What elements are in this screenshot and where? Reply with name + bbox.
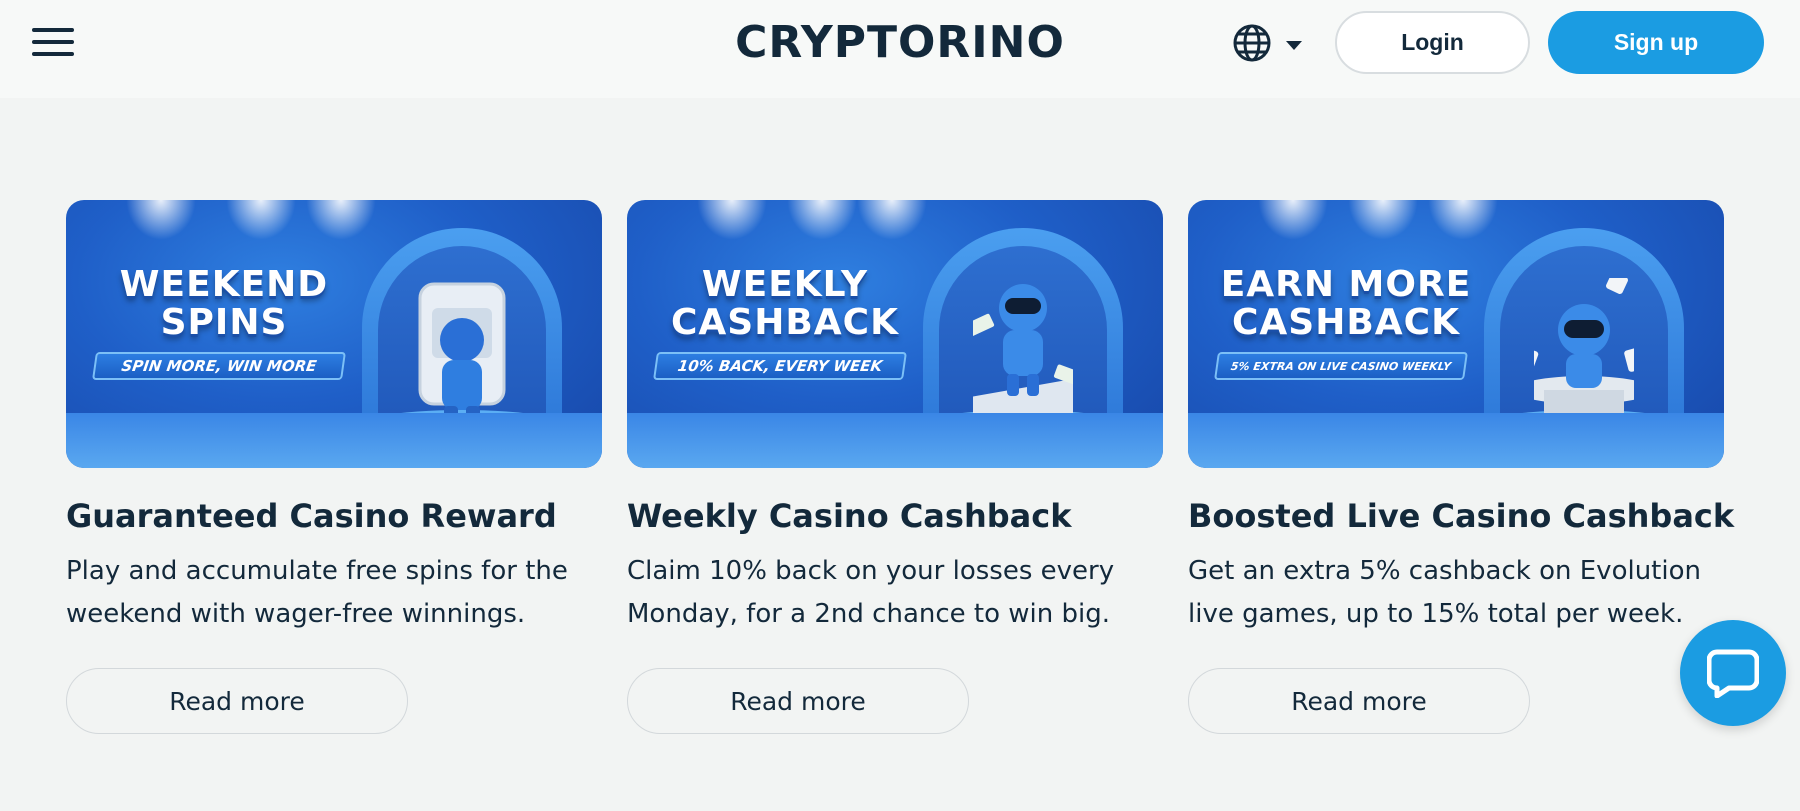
- promo-banner-weekly-cashback[interactable]: WEEKLY CASHBACK 10% BACK, EVERY WEEK: [627, 200, 1163, 468]
- banner-subtitle: SPIN MORE, WIN MORE: [92, 352, 346, 380]
- card-title: Weekly Casino Cashback: [627, 497, 1072, 535]
- chat-bubble-icon: [1707, 649, 1759, 698]
- banner-title: EARN MORE CASHBACK: [1220, 264, 1472, 343]
- promo-banner-weekend-spins[interactable]: WEEKEND SPINS SPIN MORE, WIN MORE: [66, 200, 602, 468]
- promo-card-earn-more-cashback: EARN MORE CASHBACK 5% EXTRA ON LIVE CASI…: [1188, 200, 1735, 734]
- astronaut-slot-machine-illustration: [418, 282, 506, 424]
- live-chat-button[interactable]: [1680, 620, 1786, 726]
- promo-card-weekly-cashback: WEEKLY CASHBACK 10% BACK, EVERY WEEK Wee…: [627, 200, 1163, 734]
- read-more-button[interactable]: Read more: [1188, 668, 1530, 734]
- login-button[interactable]: Login: [1335, 11, 1530, 74]
- signup-button[interactable]: Sign up: [1548, 11, 1764, 74]
- globe-icon: [1233, 24, 1271, 62]
- language-selector[interactable]: [1232, 23, 1304, 63]
- banner-title: WEEKEND SPINS: [119, 264, 329, 343]
- banner-subtitle: 5% EXTRA ON LIVE CASINO WEEKLY: [1214, 352, 1468, 380]
- card-description: Get an extra 5% cashback on Evolution li…: [1188, 556, 1701, 629]
- card-description: Claim 10% back on your losses every Mond…: [627, 556, 1115, 629]
- card-title: Guaranteed Casino Reward: [66, 497, 557, 535]
- read-more-button[interactable]: Read more: [627, 668, 969, 734]
- card-description: Play and accumulate free spins for the w…: [66, 556, 568, 629]
- chevron-down-icon: [1286, 41, 1302, 50]
- card-title: Boosted Live Casino Cashback: [1188, 497, 1735, 535]
- read-more-button[interactable]: Read more: [66, 668, 408, 734]
- banner-title: WEEKLY CASHBACK: [671, 264, 899, 343]
- banner-subtitle: 10% BACK, EVERY WEEK: [653, 352, 907, 380]
- site-header: CRYPTORINO Login Sign up: [0, 0, 1800, 98]
- promo-banner-earn-more-cashback[interactable]: EARN MORE CASHBACK 5% EXTRA ON LIVE CASI…: [1188, 200, 1724, 468]
- site-logo[interactable]: CRYPTORINO: [700, 18, 1100, 68]
- astronaut-cashback-illustration: [973, 284, 1073, 428]
- astronaut-live-casino-illustration: [1534, 278, 1634, 420]
- promo-card-weekend-spins: WEEKEND SPINS SPIN MORE, WIN MORE Guaran…: [66, 200, 602, 734]
- hamburger-menu-icon[interactable]: [32, 28, 74, 58]
